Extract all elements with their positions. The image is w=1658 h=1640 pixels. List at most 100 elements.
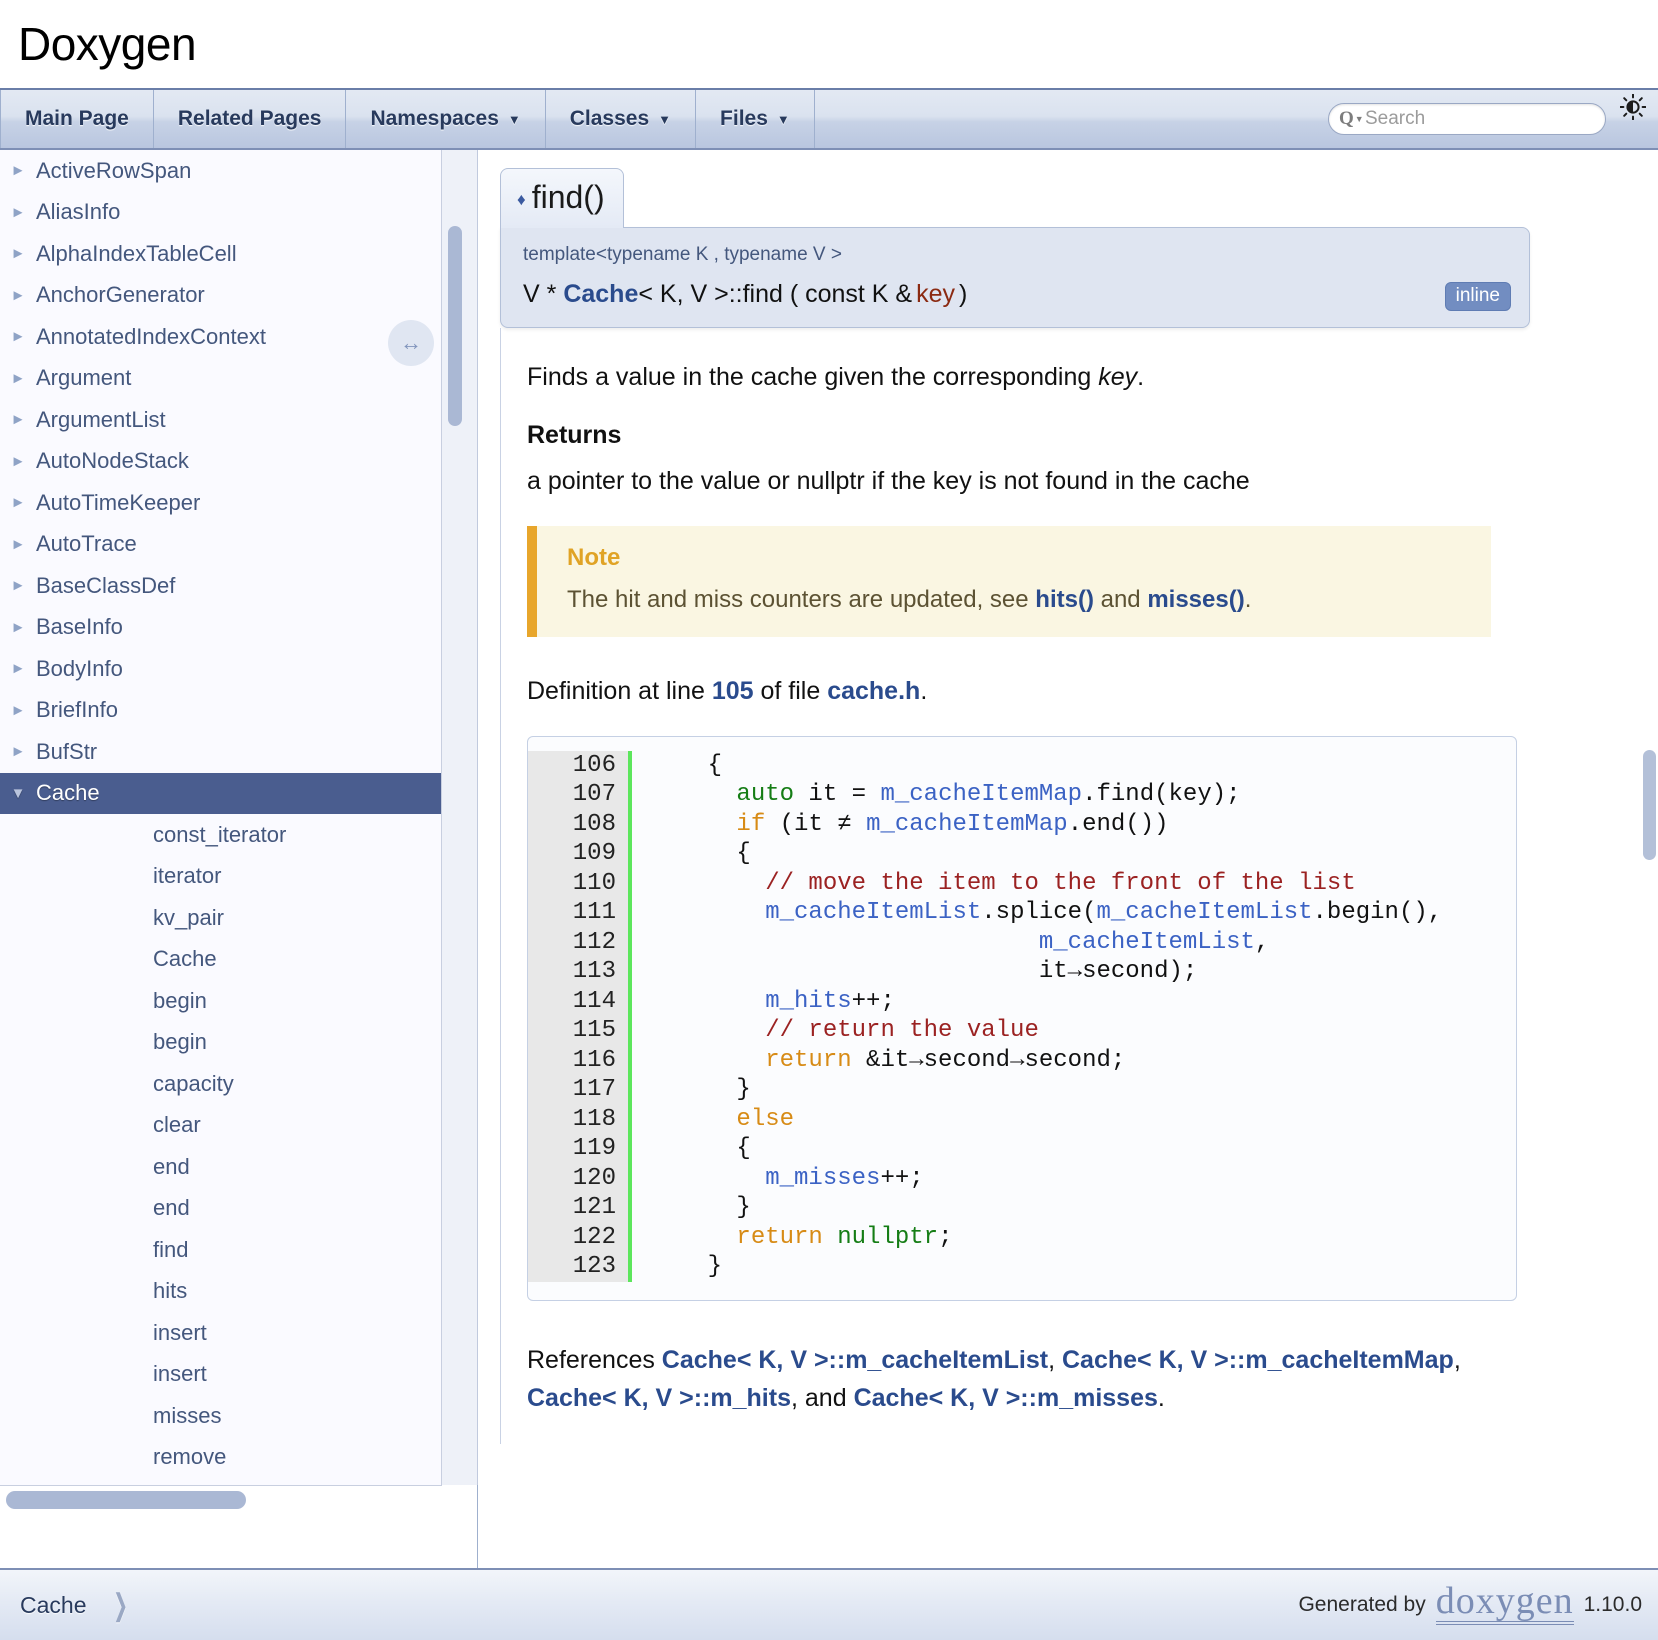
sidebar-item-find[interactable]: find	[0, 1229, 441, 1271]
chevron-down-icon[interactable]: ▼	[0, 785, 36, 802]
chevron-right-icon[interactable]: ►	[0, 619, 36, 636]
reference-link[interactable]: Cache< K, V >::m_hits	[527, 1384, 791, 1412]
misses-link[interactable]: misses()	[1147, 586, 1244, 613]
code-token: m_cacheItemList	[1039, 929, 1255, 956]
sidebar-item-label: AnchorGenerator	[36, 282, 205, 308]
code-line: 106 {	[528, 751, 1516, 781]
nav-tree-vertical-scrollbar[interactable]	[448, 226, 462, 426]
sidebar-item-bodyinfo[interactable]: ►BodyInfo	[0, 648, 441, 690]
sidebar-item-argument[interactable]: ►Argument	[0, 358, 441, 400]
sidebar-item-label: BaseInfo	[36, 614, 123, 640]
chevron-right-icon[interactable]: ►	[0, 660, 36, 677]
code-line-number: 106	[528, 751, 632, 781]
sidebar-item-label: Argument	[36, 365, 131, 391]
doc-vertical-scrollbar[interactable]	[1643, 750, 1656, 860]
sidebar-item-autonodestack[interactable]: ►AutoNodeStack	[0, 441, 441, 483]
breadcrumb[interactable]: Cache ❯	[0, 1588, 134, 1623]
sidebar-item-cache[interactable]: Cache	[0, 939, 441, 981]
chevron-right-icon[interactable]: ►	[0, 702, 36, 719]
code-line-content: m_misses++;	[650, 1164, 924, 1194]
sidebar-item-insert[interactable]: insert	[0, 1312, 441, 1354]
sidebar-item-remove[interactable]: remove	[0, 1437, 441, 1479]
chevron-right-icon[interactable]: ►	[0, 536, 36, 553]
reference-link[interactable]: Cache< K, V >::m_cacheItemList	[662, 1346, 1048, 1374]
brief-description: Finds a value in the cache given the cor…	[527, 362, 1530, 393]
note-text-after: .	[1245, 586, 1252, 613]
sidebar-item-insert[interactable]: insert	[0, 1354, 441, 1396]
definition-file-link[interactable]: cache.h	[827, 677, 920, 705]
sidebar-item-clear[interactable]: clear	[0, 1105, 441, 1147]
code-line-number: 107	[528, 780, 632, 810]
sidebar-item-bufstr[interactable]: ►BufStr	[0, 731, 441, 773]
reference-link[interactable]: Cache< K, V >::m_misses	[854, 1384, 1158, 1412]
hits-link[interactable]: hits()	[1035, 586, 1094, 613]
chevron-right-icon[interactable]: ►	[0, 494, 36, 511]
tab-files[interactable]: Files ▼	[696, 90, 815, 148]
doxygen-logo[interactable]: doxygen	[1436, 1582, 1574, 1625]
code-token: m_cacheItemList	[765, 899, 981, 926]
generated-by-label: Generated by	[1298, 1593, 1425, 1617]
chevron-right-icon[interactable]: ►	[0, 245, 36, 262]
chevron-right-icon[interactable]: ►	[0, 287, 36, 304]
doc-content: ♦find() template<typename K , typename V…	[478, 150, 1658, 1568]
code-line-content: }	[650, 1193, 751, 1223]
sidebar-item-begin[interactable]: begin	[0, 980, 441, 1022]
chevron-right-icon[interactable]: ►	[0, 204, 36, 221]
sidebar-item-iterator[interactable]: iterator	[0, 856, 441, 898]
code-line-number: 108	[528, 810, 632, 840]
sidebar-item-const-iterator[interactable]: const_iterator	[0, 814, 441, 856]
search-input[interactable]: Q▼ Search	[1328, 103, 1606, 135]
body-split: ►ActiveRowSpan►AliasInfo►AlphaIndexTable…	[0, 150, 1658, 1568]
code-line-content: else	[650, 1105, 794, 1135]
sidebar-item-label: AutoNodeStack	[36, 448, 189, 474]
code-line: 113 it→second);	[528, 957, 1516, 987]
sidebar-item-baseclassdef[interactable]: ►BaseClassDef	[0, 565, 441, 607]
chevron-right-icon[interactable]: ►	[0, 162, 36, 179]
dark-mode-toggle-icon[interactable]	[1616, 90, 1650, 124]
sidebar-item-anchorgenerator[interactable]: ►AnchorGenerator	[0, 275, 441, 317]
code-line-number: 122	[528, 1223, 632, 1253]
sidebar-item-begin[interactable]: begin	[0, 1022, 441, 1064]
sidebar-item-capacity[interactable]: capacity	[0, 1063, 441, 1105]
reference-link[interactable]: Cache< K, V >::m_cacheItemMap	[1062, 1346, 1454, 1374]
definition-line-number-link[interactable]: 105	[712, 677, 754, 705]
sidebar-item-autotimekeeper[interactable]: ►AutoTimeKeeper	[0, 482, 441, 524]
sidebar-item-misses[interactable]: misses	[0, 1395, 441, 1437]
sidebar-item-hits[interactable]: hits	[0, 1271, 441, 1313]
resize-horizontal-icon[interactable]: ↔	[388, 320, 434, 366]
chevron-right-icon[interactable]: ►	[0, 328, 36, 345]
chevron-right-icon[interactable]: ►	[0, 411, 36, 428]
class-name-link[interactable]: Cache	[563, 280, 638, 309]
sidebar-item-briefinfo[interactable]: ►BriefInfo	[0, 690, 441, 732]
tab-main-page[interactable]: Main Page	[0, 90, 154, 148]
chevron-right-icon[interactable]: ►	[0, 453, 36, 470]
code-line: 119 {	[528, 1134, 1516, 1164]
sidebar-item-aliasinfo[interactable]: ►AliasInfo	[0, 192, 441, 234]
chevron-down-icon: ▼	[508, 113, 521, 126]
sidebar-item-activerowspan[interactable]: ►ActiveRowSpan	[0, 150, 441, 192]
tab-namespaces[interactable]: Namespaces ▼	[346, 90, 545, 148]
sidebar-item-kv-pair[interactable]: kv_pair	[0, 897, 441, 939]
nav-tree-horizontal-scrollbar[interactable]	[6, 1491, 246, 1509]
search-box[interactable]: Q▼ Search	[1328, 90, 1606, 148]
chevron-right-icon[interactable]: ►	[0, 370, 36, 387]
sidebar-item-label: begin	[153, 1029, 207, 1055]
sidebar-item-cache[interactable]: ▼Cache	[0, 773, 441, 815]
sidebar-item-baseinfo[interactable]: ►BaseInfo	[0, 607, 441, 649]
code-token	[650, 781, 736, 808]
sidebar-item-argumentlist[interactable]: ►ArgumentList	[0, 399, 441, 441]
search-icon: Q▼	[1339, 109, 1361, 129]
chevron-right-icon[interactable]: ►	[0, 743, 36, 760]
sidebar-item-end[interactable]: end	[0, 1146, 441, 1188]
tab-related-pages[interactable]: Related Pages	[154, 90, 347, 148]
tab-classes[interactable]: Classes ▼	[546, 90, 696, 148]
references-suffix: .	[1158, 1384, 1165, 1412]
sidebar-item-autotrace[interactable]: ►AutoTrace	[0, 524, 441, 566]
sidebar-item-alphaindextablecell[interactable]: ►AlphaIndexTableCell	[0, 233, 441, 275]
sidebar-item-annotatedindexcontext[interactable]: ►AnnotatedIndexContext	[0, 316, 441, 358]
code-token	[650, 1017, 765, 1044]
sidebar-item-end[interactable]: end	[0, 1188, 441, 1230]
chevron-right-icon[interactable]: ►	[0, 577, 36, 594]
definition-prefix: Definition at line	[527, 677, 712, 705]
sidebar-item-label: BodyInfo	[36, 656, 123, 682]
